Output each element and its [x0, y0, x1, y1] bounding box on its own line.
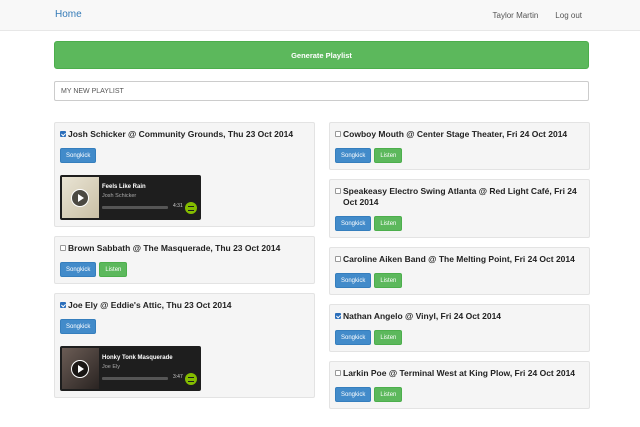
event-checkbox[interactable]: [335, 256, 341, 262]
event-title: Larkin Poe @ Terminal West at King Plow,…: [335, 368, 584, 379]
songkick-button[interactable]: Songkick: [335, 148, 372, 163]
navbar: Home Taylor Martin Log out: [0, 0, 640, 31]
artist-name: Josh Schicker: [102, 193, 137, 199]
event-title-text: Larkin Poe @ Terminal West at King Plow,…: [343, 368, 576, 378]
event-buttons: Songkick Listen: [335, 330, 584, 345]
songkick-button[interactable]: Songkick: [60, 148, 97, 163]
album-art: [62, 348, 99, 389]
event-buttons: Songkick Listen: [60, 262, 309, 277]
progress-bar[interactable]: [102, 377, 168, 380]
event-card: Brown Sabbath @ The Masquerade, Thu 23 O…: [54, 236, 315, 284]
songkick-button[interactable]: Songkick: [60, 262, 97, 277]
event-checkbox[interactable]: [60, 131, 66, 137]
event-checkbox[interactable]: [335, 313, 341, 319]
event-buttons: Songkick Listen: [335, 216, 584, 231]
event-title: Joe Ely @ Eddie's Attic, Thu 23 Oct 2014: [60, 300, 309, 311]
spotify-icon[interactable]: [185, 202, 197, 214]
home-link[interactable]: Home: [55, 9, 82, 20]
listen-button[interactable]: Listen: [374, 273, 403, 288]
event-checkbox[interactable]: [60, 302, 66, 308]
songkick-button[interactable]: Songkick: [60, 319, 97, 334]
songkick-button[interactable]: Songkick: [335, 273, 372, 288]
songkick-button[interactable]: Songkick: [335, 387, 372, 402]
event-title: Speakeasy Electro Swing Atlanta @ Red Li…: [335, 186, 584, 208]
event-card: Speakeasy Electro Swing Atlanta @ Red Li…: [329, 179, 590, 238]
track-name: Feels Like Rain: [102, 184, 146, 190]
spotify-player[interactable]: Feels Like Rain Josh Schicker 4:31: [60, 175, 201, 220]
user-name-link[interactable]: Taylor Martin: [493, 11, 539, 20]
event-buttons: Songkick Listen: [335, 273, 584, 288]
event-card: Josh Schicker @ Community Grounds, Thu 2…: [54, 122, 315, 227]
event-title-text: Cowboy Mouth @ Center Stage Theater, Fri…: [343, 129, 568, 139]
event-buttons: Songkick Listen: [335, 148, 584, 163]
event-checkbox[interactable]: [335, 188, 341, 194]
listen-button[interactable]: Listen: [99, 262, 128, 277]
listen-button[interactable]: Listen: [374, 330, 403, 345]
right-event-column: Cowboy Mouth @ Center Stage Theater, Fri…: [329, 122, 590, 418]
event-title: Caroline Aiken Band @ The Melting Point,…: [335, 254, 584, 265]
event-title-text: Joe Ely @ Eddie's Attic, Thu 23 Oct 2014: [68, 300, 232, 310]
event-title-text: Josh Schicker @ Community Grounds, Thu 2…: [68, 129, 294, 139]
spotify-icon[interactable]: [185, 373, 197, 385]
event-card: Cowboy Mouth @ Center Stage Theater, Fri…: [329, 122, 590, 170]
event-checkbox[interactable]: [60, 245, 66, 251]
progress-bar[interactable]: [102, 206, 168, 209]
event-card: Joe Ely @ Eddie's Attic, Thu 23 Oct 2014…: [54, 293, 315, 398]
event-title-text: Speakeasy Electro Swing Atlanta @ Red Li…: [343, 186, 577, 207]
event-checkbox[interactable]: [335, 131, 341, 137]
track-name: Honky Tonk Masquerade: [102, 355, 173, 361]
event-title: Josh Schicker @ Community Grounds, Thu 2…: [60, 129, 309, 140]
event-title-text: Brown Sabbath @ The Masquerade, Thu 23 O…: [68, 243, 281, 253]
event-card: Caroline Aiken Band @ The Melting Point,…: [329, 247, 590, 295]
play-icon[interactable]: [71, 360, 89, 378]
songkick-button[interactable]: Songkick: [335, 330, 372, 345]
track-duration: 4:31: [173, 203, 183, 209]
event-title: Cowboy Mouth @ Center Stage Theater, Fri…: [335, 129, 584, 140]
event-title-text: Caroline Aiken Band @ The Melting Point,…: [343, 254, 575, 264]
event-checkbox[interactable]: [335, 370, 341, 376]
track-duration: 3:47: [173, 374, 183, 380]
event-title: Nathan Angelo @ Vinyl, Fri 24 Oct 2014: [335, 311, 584, 322]
songkick-button[interactable]: Songkick: [335, 216, 372, 231]
event-title: Brown Sabbath @ The Masquerade, Thu 23 O…: [60, 243, 309, 254]
nav-right: Taylor Martin Log out: [493, 11, 583, 20]
generate-playlist-button[interactable]: Generate Playlist: [54, 41, 589, 69]
listen-button[interactable]: Listen: [374, 148, 403, 163]
event-card: Nathan Angelo @ Vinyl, Fri 24 Oct 2014 So…: [329, 304, 590, 352]
left-event-column: Josh Schicker @ Community Grounds, Thu 2…: [54, 122, 315, 407]
listen-button[interactable]: Listen: [374, 387, 403, 402]
event-title-text: Nathan Angelo @ Vinyl, Fri 24 Oct 2014: [343, 311, 502, 321]
event-card: Larkin Poe @ Terminal West at King Plow,…: [329, 361, 590, 409]
event-buttons: Songkick: [60, 148, 309, 163]
spotify-player[interactable]: Honky Tonk Masquerade Joe Ely 3:47: [60, 346, 201, 391]
event-buttons: Songkick: [60, 319, 309, 334]
album-art: [62, 177, 99, 218]
artist-name: Joe Ely: [102, 364, 121, 370]
listen-button[interactable]: Listen: [374, 216, 403, 231]
logout-link[interactable]: Log out: [555, 11, 582, 20]
play-icon[interactable]: [71, 189, 89, 207]
playlist-name-input[interactable]: MY NEW PLAYLIST: [54, 81, 589, 101]
event-buttons: Songkick Listen: [335, 387, 584, 402]
